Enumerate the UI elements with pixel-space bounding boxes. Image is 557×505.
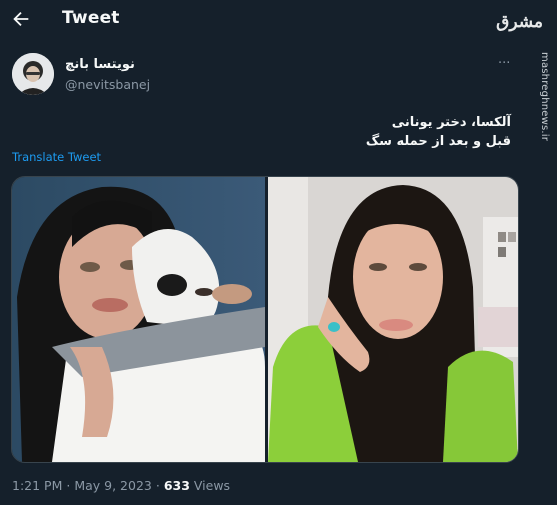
- photo-after[interactable]: [268, 177, 518, 462]
- separator-dot: ·: [155, 478, 160, 493]
- tweet-media[interactable]: [11, 176, 519, 463]
- separator-dot: ·: [66, 478, 71, 493]
- tweet-date[interactable]: May 9, 2023: [74, 478, 152, 493]
- tweet-text-line: قبل و بعد از حمله سگ: [365, 134, 511, 149]
- back-arrow-icon[interactable]: [10, 8, 32, 30]
- top-bar: Tweet مشرق: [0, 0, 557, 40]
- tweet-time[interactable]: 1:21 PM: [12, 478, 62, 493]
- translate-tweet-link[interactable]: Translate Tweet: [12, 150, 101, 164]
- page-title: Tweet: [62, 8, 120, 28]
- avatar-image: [12, 53, 54, 95]
- avatar[interactable]: [12, 53, 54, 95]
- more-options-icon[interactable]: ···: [498, 56, 510, 71]
- author-display-name[interactable]: نویتسا بانچ: [65, 57, 135, 72]
- author-handle[interactable]: @nevitsbanej: [65, 77, 150, 92]
- views-label: Views: [193, 478, 231, 493]
- views-count: 633: [163, 478, 190, 493]
- tweet-meta: 1:21 PM · May 9, 2023 · 633 Views: [12, 478, 230, 493]
- photo-before[interactable]: [12, 177, 265, 462]
- watermark-url: mashreghnews.ir: [539, 52, 550, 142]
- tweet-text-line: آلکسا، دختر یونانی: [391, 115, 511, 130]
- watermark-logo: مشرق: [496, 12, 543, 32]
- tweet-text: آلکسا، دختر یونانی قبل و بعد از حمله سگ: [211, 113, 511, 151]
